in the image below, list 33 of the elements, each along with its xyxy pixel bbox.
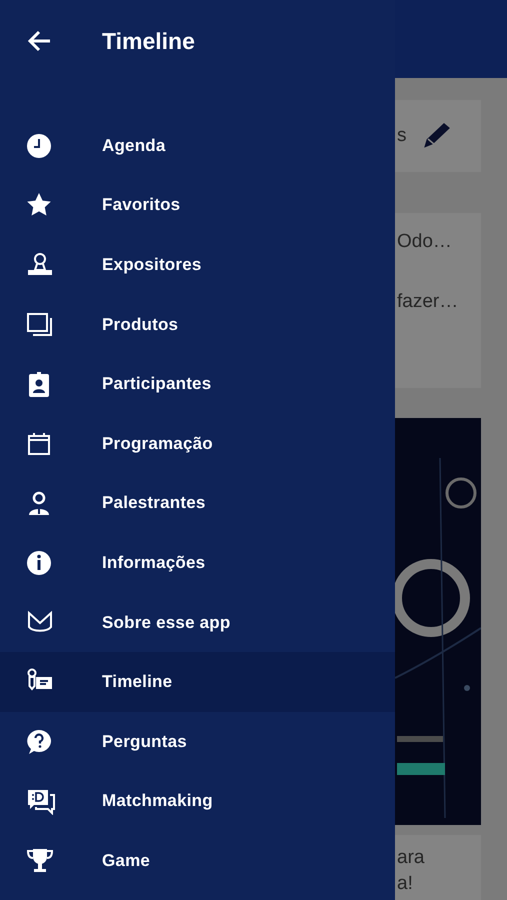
speaker-icon xyxy=(29,492,49,516)
menu-item[interactable]: Informações xyxy=(0,533,395,593)
input-text: s xyxy=(397,125,406,147)
drawer-title: Timeline xyxy=(102,28,195,54)
menu-item[interactable]: Timeline xyxy=(0,652,395,712)
chat-icon xyxy=(28,790,55,816)
menu-item[interactable]: Participantes xyxy=(0,354,395,414)
menu-item[interactable]: Programação xyxy=(0,414,395,474)
post-text: fazer… xyxy=(397,291,460,313)
menu-item[interactable]: Perguntas xyxy=(0,712,395,772)
badge-icon xyxy=(29,372,49,398)
menu-item[interactable]: Favoritos xyxy=(0,176,395,236)
menu-item[interactable]: Agenda xyxy=(0,116,395,176)
question-icon xyxy=(27,730,51,754)
post-text: ara a! xyxy=(397,847,424,894)
stamp-icon xyxy=(28,252,52,275)
calendar-icon xyxy=(28,432,50,455)
menu-item[interactable]: Palestrantes xyxy=(0,474,395,534)
microphone-icon xyxy=(28,668,52,691)
menu-item[interactable]: Game xyxy=(0,831,395,891)
post-card[interactable]: ara a! xyxy=(395,835,481,900)
menu-item[interactable]: Expositores xyxy=(0,235,395,295)
post-title: Odo… xyxy=(397,231,453,253)
menu-item[interactable]: Produtos xyxy=(0,294,395,354)
post-input-card[interactable]: s xyxy=(395,100,481,172)
post-card[interactable]: Odo… fazer… xyxy=(395,213,481,388)
info-icon xyxy=(27,550,51,575)
clock-icon xyxy=(27,134,51,158)
gallery-icon xyxy=(27,312,52,336)
trophy-icon xyxy=(27,848,53,872)
menu-item[interactable]: Sobre esse app xyxy=(0,592,395,652)
menu-item[interactable]: Matchmaking xyxy=(0,772,395,832)
star-icon xyxy=(27,193,51,216)
